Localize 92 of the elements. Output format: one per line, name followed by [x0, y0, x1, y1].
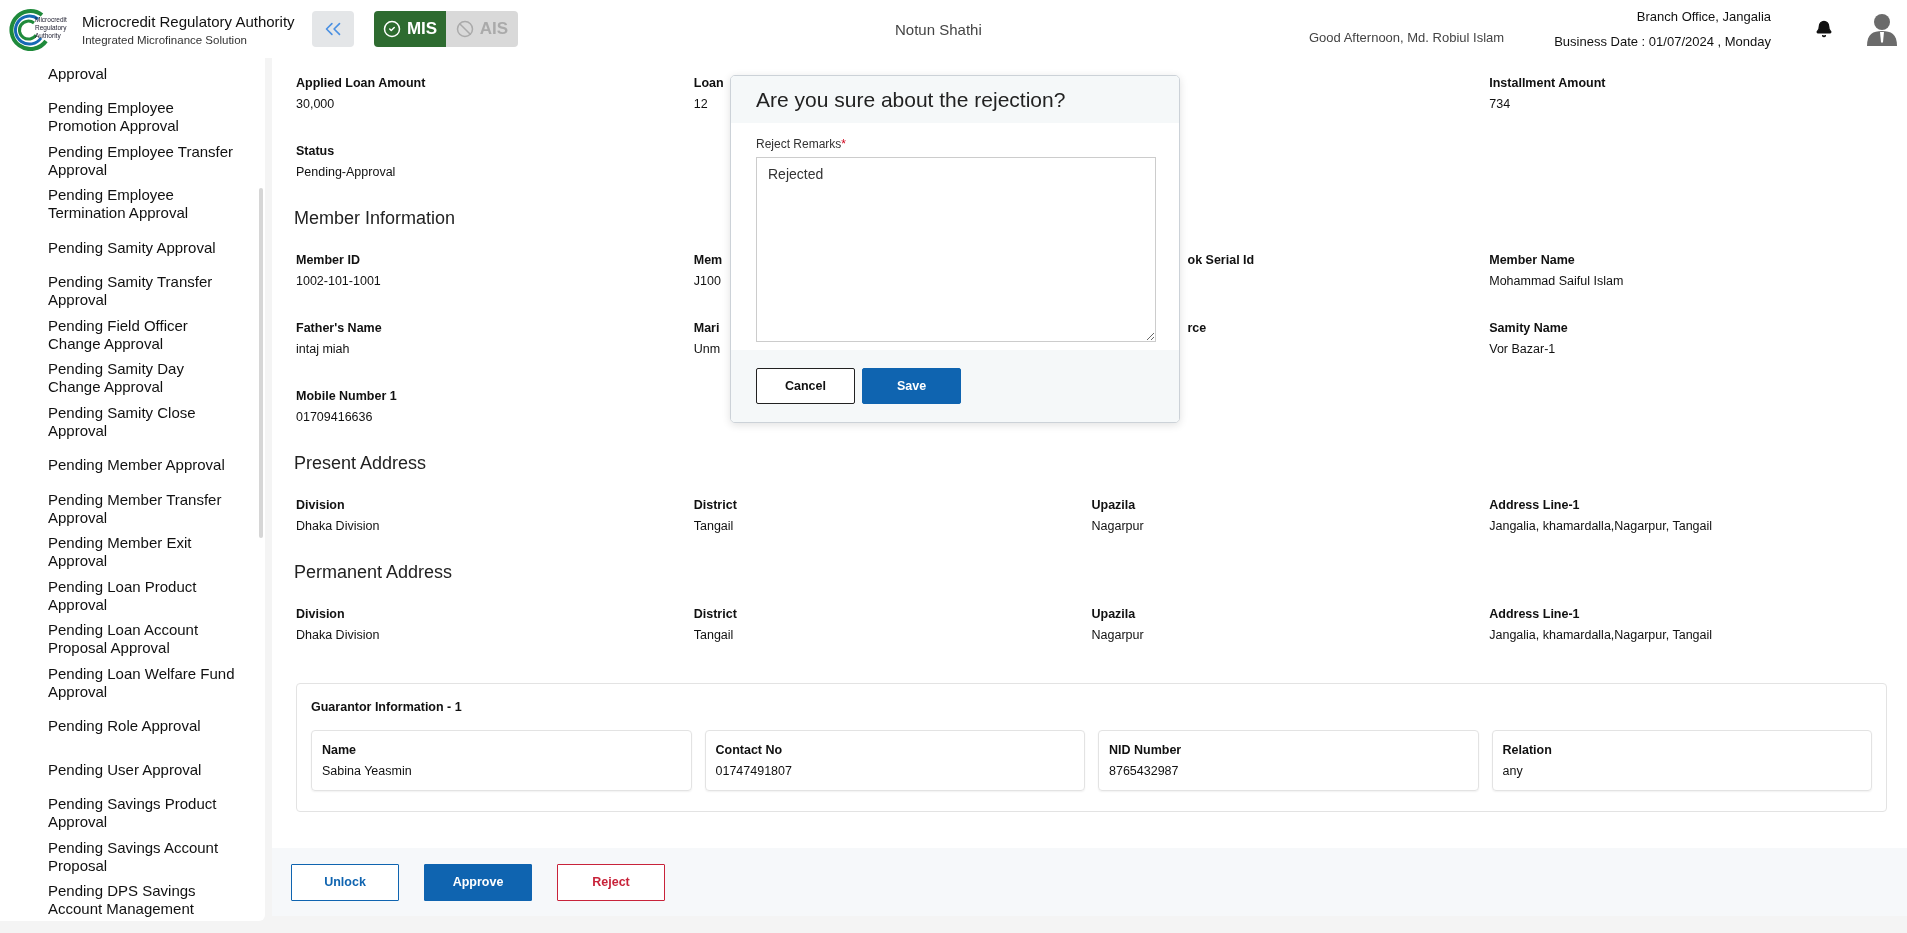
field-label: Applied Loan Amount	[296, 76, 426, 90]
field-label: Name	[322, 743, 357, 757]
branch-name: Branch Office, Jangalia	[1636, 9, 1771, 24]
field-label: ok Serial Id	[1187, 253, 1255, 267]
field-value: Tangail	[693, 519, 734, 533]
field-label: Installment Amount	[1489, 76, 1606, 90]
field-label: Contact No	[715, 743, 783, 757]
field-value: Vor Bazar-1	[1489, 342, 1556, 356]
field-label: District	[693, 498, 737, 512]
ban-icon	[455, 20, 474, 38]
dialog-button[interactable]: Save	[862, 368, 961, 404]
notification-bell-icon[interactable]	[1815, 20, 1833, 38]
app-subtitle: Integrated Microfinance Solution	[82, 33, 248, 46]
field-label: Address Line-1	[1489, 607, 1580, 621]
sidebar-item[interactable]: Pending Samity Approval	[48, 226, 235, 270]
section-heading: Permanent Address	[294, 562, 454, 583]
check-circle-icon	[382, 20, 401, 38]
sidebar-item[interactable]: Pending Samity Day Change Approval	[48, 356, 235, 400]
field-label: Upazila	[1091, 607, 1136, 621]
field-label: Address Line-1	[1489, 498, 1580, 512]
field-value: J100	[693, 274, 721, 288]
card-title: Guarantor Information - 1	[311, 700, 463, 714]
field-label: Mobile Number 1	[296, 389, 397, 403]
field-value: Jangalia, khamardalla,Nagarpur, Tangail	[1489, 628, 1713, 642]
field-label: District	[693, 607, 737, 621]
sidebar-item[interactable]: Pending Loan Product Approval	[48, 574, 235, 618]
greeting-text: Good Afternoon, Md. Robiul Islam	[1309, 30, 1505, 45]
field-value: Tangail	[693, 628, 734, 642]
sidebar-item[interactable]: Pending Member Approval	[48, 443, 235, 487]
sidebar-item[interactable]: Pending Member Transfer Approval	[48, 487, 235, 531]
sidebar-item[interactable]: Pending Savings Account Proposal	[48, 835, 235, 879]
sidebar-item[interactable]: Pending Samity Transfer Approval	[48, 269, 235, 313]
sidebar-item[interactable]: Pending Samity Close Approval	[48, 400, 235, 444]
field-label: Relation	[1502, 743, 1552, 757]
field-label: Member ID	[296, 253, 360, 267]
field-value: 12	[693, 97, 708, 111]
field-label: Loan	[693, 76, 724, 90]
field-value: Nagarpur	[1091, 628, 1144, 642]
section-heading: Present Address	[294, 453, 428, 474]
field-value: Dhaka Division	[296, 628, 380, 642]
user-avatar-icon[interactable]	[1867, 12, 1897, 46]
remarks-field[interactable]: Rejected	[756, 157, 1156, 342]
field-value: 8765432987	[1109, 764, 1179, 778]
action-button[interactable]: Unlock	[291, 863, 399, 901]
field-value: 01747491807	[715, 764, 792, 778]
field-value: 1002-101-1001	[296, 274, 381, 288]
sidebar-item[interactable]: Pending Role Approval	[48, 704, 235, 748]
field-label: rce	[1187, 321, 1207, 335]
sidebar-item[interactable]: Pending Savings Product Approval	[48, 791, 235, 835]
field-label: Member Name	[1489, 253, 1575, 267]
module-tab[interactable]: MIS	[374, 11, 446, 47]
field-label: Status	[296, 144, 335, 158]
app-title: Microcredit Regulatory Authority	[82, 12, 296, 30]
field-label: Division	[296, 498, 345, 512]
business-date: Business Date : 01/07/2024 , Monday	[1554, 34, 1771, 49]
action-button[interactable]: Approve	[424, 863, 532, 901]
sidebar-item[interactable]: Approval	[48, 58, 235, 96]
field-value: 01709416636	[296, 410, 373, 424]
field-value: Unm	[693, 342, 721, 356]
field-label: Mari	[693, 321, 720, 335]
field-value: any	[1502, 764, 1523, 778]
field-value: Sabina Yeasmin	[322, 764, 412, 778]
dialog-button[interactable]: Cancel	[756, 368, 855, 404]
field-label: Samity Name	[1489, 321, 1568, 335]
field-label: Reject Remarks*	[756, 137, 848, 151]
field-label: Mem	[693, 253, 723, 267]
organization-name: Notun Shathi	[895, 20, 982, 38]
sidebar-item[interactable]: Pending User Approval	[48, 748, 235, 792]
sidebar-item[interactable]: Pending Employee Transfer Approval	[48, 139, 235, 183]
field-value: 30,000	[296, 97, 335, 111]
sidebar-item[interactable]: Pending Loan Account Proposal Approval	[48, 617, 235, 661]
scrollbar-thumb[interactable]	[259, 188, 263, 538]
dialog-title: Are you sure about the rejection?	[731, 76, 1179, 123]
field-value: Jangalia, khamardalla,Nagarpur, Tangail	[1489, 519, 1713, 533]
section-heading: Member Information	[294, 208, 457, 229]
action-button[interactable]: Reject	[557, 863, 665, 901]
field-value: Pending-Approval	[296, 165, 396, 179]
field-value: intaj miah	[296, 342, 350, 356]
field-label: Division	[296, 607, 345, 621]
sidebar-item[interactable]: Pending Employee Termination Approval	[48, 182, 235, 226]
sidebar-item[interactable]: Pending DPS Savings Account Management	[48, 878, 235, 921]
sidebar-item[interactable]: Pending Member Exit Approval	[48, 530, 235, 574]
field-value: 734	[1489, 97, 1511, 111]
sidebar-item[interactable]: Pending Field Officer Change Approval	[48, 313, 235, 357]
sidebar-item[interactable]: Pending Loan Welfare Fund Approval	[48, 661, 235, 705]
sidebar-item[interactable]: Pending Employee Promotion Approval	[48, 95, 235, 139]
field-value: Mohammad Saiful Islam	[1489, 274, 1624, 288]
field-value: Dhaka Division	[296, 519, 380, 533]
field-value: Nagarpur	[1091, 519, 1144, 533]
field-label: Father's Name	[296, 321, 382, 335]
field-label: NID Number	[1109, 743, 1182, 757]
field-label: Upazila	[1091, 498, 1136, 512]
